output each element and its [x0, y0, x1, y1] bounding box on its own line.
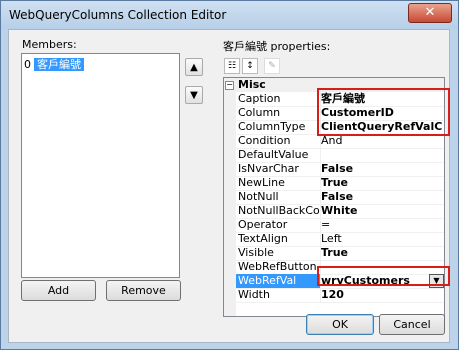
- categorized-icon: ☷: [227, 61, 237, 71]
- property-name: Column: [236, 106, 321, 120]
- arrow-down-icon: ▼: [190, 90, 198, 101]
- move-down-button[interactable]: ▼: [185, 86, 203, 104]
- property-name: Visible: [236, 246, 321, 260]
- members-list[interactable]: 0 客戶編號: [21, 53, 180, 278]
- ok-button[interactable]: OK: [306, 314, 374, 335]
- wrench-icon: ✎: [268, 61, 276, 71]
- property-name: NewLine: [236, 176, 321, 190]
- close-button[interactable]: ✕: [408, 3, 452, 23]
- property-value[interactable]: Left: [321, 232, 442, 246]
- property-value[interactable]: False: [321, 162, 442, 176]
- property-name: TextAlign: [236, 232, 321, 246]
- members-label: Members:: [22, 38, 77, 51]
- property-name: IsNvarChar: [236, 162, 321, 176]
- property-row-operator[interactable]: Operator =: [236, 218, 444, 233]
- property-row-width[interactable]: Width 120: [236, 288, 444, 303]
- highlight-box-webrefval: [317, 266, 450, 286]
- property-value[interactable]: True: [321, 176, 442, 190]
- grid-gutter: [224, 78, 236, 316]
- property-name: Condition: [236, 134, 321, 148]
- property-value[interactable]: [321, 148, 442, 162]
- property-row-textalign[interactable]: TextAlign Left: [236, 232, 444, 247]
- move-up-button[interactable]: ▲: [185, 58, 203, 76]
- property-row-condition[interactable]: Condition And: [236, 134, 444, 149]
- list-item-text: 客戶編號: [34, 58, 84, 71]
- categorized-view-button[interactable]: ☷: [224, 58, 240, 74]
- property-row-newline[interactable]: NewLine True: [236, 176, 444, 191]
- arrow-up-icon: ▲: [190, 62, 198, 73]
- alphabetical-view-button[interactable]: ↕: [242, 58, 258, 74]
- property-name: Caption: [236, 92, 321, 106]
- property-value[interactable]: =: [321, 218, 442, 232]
- property-name: Operator: [236, 218, 321, 232]
- list-item-index: 0: [24, 58, 31, 71]
- property-row-defaultvalue[interactable]: DefaultValue: [236, 148, 444, 163]
- property-name: NotNull: [236, 190, 321, 204]
- remove-button[interactable]: Remove: [106, 280, 181, 301]
- dialog-client-area: Members: 0 客戶編號 ▲ ▼ Add Remove 客戶編號 prope…: [8, 29, 450, 343]
- property-name: Width: [236, 288, 321, 302]
- property-name: WebRefVal: [236, 274, 321, 288]
- property-pages-button[interactable]: ✎: [264, 58, 280, 74]
- collapse-icon[interactable]: −: [225, 81, 234, 90]
- property-value[interactable]: True: [321, 246, 442, 260]
- window-title: WebQueryColumns Collection Editor: [9, 8, 227, 22]
- list-item[interactable]: 0 客戶編號: [24, 58, 174, 72]
- cancel-button[interactable]: Cancel: [379, 314, 445, 335]
- property-value[interactable]: 120: [321, 288, 442, 302]
- property-value[interactable]: White: [321, 204, 442, 218]
- property-value[interactable]: False: [321, 190, 442, 204]
- property-value[interactable]: And: [321, 134, 442, 148]
- property-row-isnvarchar[interactable]: IsNvarChar False: [236, 162, 444, 177]
- property-name: ColumnType: [236, 120, 321, 134]
- alphabetical-icon: ↕: [246, 61, 254, 71]
- property-row-notnullbackcolor[interactable]: NotNullBackColorWhite: [236, 204, 444, 219]
- add-button[interactable]: Add: [21, 280, 96, 301]
- category-label: Misc: [238, 78, 266, 91]
- properties-label: 客戶編號 properties:: [223, 40, 331, 53]
- title-bar: WebQueryColumns Collection Editor ✕: [1, 1, 458, 29]
- highlight-box-caption-column-type: [317, 88, 450, 136]
- property-row-visible[interactable]: Visible True: [236, 246, 444, 261]
- property-row-notnull[interactable]: NotNull False: [236, 190, 444, 205]
- property-name: WebRefButton: [236, 260, 321, 274]
- property-name: NotNullBackColor: [238, 204, 321, 218]
- collection-editor-window: WebQueryColumns Collection Editor ✕ Memb…: [0, 0, 459, 350]
- property-name: DefaultValue: [236, 148, 321, 162]
